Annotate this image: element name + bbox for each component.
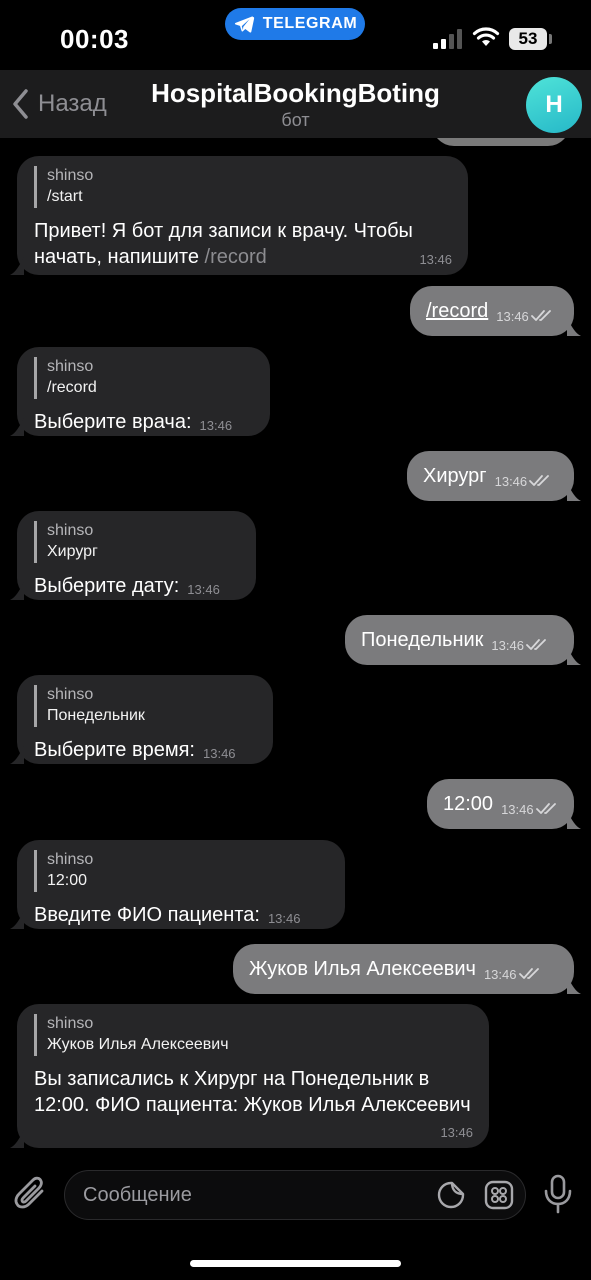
bubble-tail bbox=[10, 911, 24, 929]
bubble-tail bbox=[567, 976, 581, 994]
message-time: 13:46 bbox=[501, 801, 534, 817]
telegram-pill[interactable]: TELEGRAM bbox=[225, 8, 365, 40]
bubble-tail bbox=[567, 318, 581, 336]
reply-text: 12:00 bbox=[47, 872, 88, 889]
message-meta: 13:46 bbox=[501, 802, 558, 817]
double-check-icon bbox=[526, 639, 546, 650]
message-meta: 13:46 bbox=[491, 638, 548, 653]
previous-message-bubble bbox=[432, 138, 570, 146]
message-time: 13:46 bbox=[187, 582, 220, 597]
bot-keyboard-icon[interactable] bbox=[484, 1180, 514, 1210]
reply-quote[interactable]: shinso Жуков Илья Алексеевич bbox=[34, 1014, 473, 1056]
message-text: 12:00 bbox=[443, 792, 494, 815]
message-time: 13:46 bbox=[419, 252, 452, 267]
incoming-message[interactable]: shinso 12:00 Введите ФИО пациента: 13:46 bbox=[10, 840, 345, 932]
reply-author: shinso bbox=[47, 522, 94, 539]
double-check-icon bbox=[518, 968, 539, 979]
reply-quote[interactable]: shinso Понедельник bbox=[34, 685, 257, 727]
wifi-icon bbox=[472, 27, 500, 46]
reply-quote[interactable]: shinso 12:00 bbox=[34, 850, 329, 892]
reply-quote[interactable]: shinso /record bbox=[34, 357, 254, 399]
home-indicator[interactable] bbox=[190, 1260, 401, 1267]
reply-author: shinso bbox=[47, 851, 94, 868]
paperclip-icon[interactable] bbox=[12, 1174, 52, 1214]
message-text-body: Выберите дату: bbox=[34, 575, 180, 597]
message-text: Привет! Я бот для записи к врачу. Чтобы … bbox=[34, 218, 454, 270]
bubble-tail bbox=[10, 1130, 24, 1148]
bot-command-link[interactable]: /record bbox=[205, 246, 267, 268]
reply-author: shinso bbox=[47, 686, 94, 703]
incoming-message[interactable]: shinso /record Выберите врача: 13:46 bbox=[10, 347, 270, 439]
chat-header: Назад HospitalBookingBoting бот H bbox=[0, 70, 591, 138]
message-text: Понедельник bbox=[361, 628, 484, 651]
message-meta: 13:46 bbox=[484, 967, 541, 982]
message-text: Введите ФИО пациента: 13:46 bbox=[34, 902, 329, 932]
reply-text: Жуков Илья Алексеевич bbox=[47, 1036, 229, 1053]
message-meta: 13:46 bbox=[496, 309, 553, 324]
message-meta: 13:46 bbox=[495, 474, 552, 489]
message-time: 13:46 bbox=[440, 1125, 473, 1140]
avatar[interactable]: H bbox=[526, 77, 582, 133]
message-text: Выберите врача: 13:46 bbox=[34, 409, 254, 439]
double-check-icon bbox=[529, 475, 550, 486]
message-composer bbox=[0, 1160, 591, 1280]
message-text: Выберите дату: 13:46 bbox=[34, 573, 240, 603]
bubble-tail bbox=[567, 483, 581, 501]
incoming-message[interactable]: shinso Жуков Илья Алексеевич Вы записали… bbox=[10, 1004, 489, 1148]
sticker-icon[interactable] bbox=[436, 1180, 466, 1210]
reply-text: Хирург bbox=[47, 543, 98, 560]
message-list[interactable]: 18 мая shinso /start Привет! Я бот для з… bbox=[0, 138, 591, 1160]
message-text: Вы записались к Хирург на Понедельник в … bbox=[34, 1068, 471, 1116]
message-time: 13:46 bbox=[199, 418, 233, 433]
chat-title[interactable]: HospitalBookingBoting bbox=[0, 78, 591, 109]
outgoing-message[interactable]: 12:00 13:46 bbox=[427, 779, 581, 829]
reply-author: shinso bbox=[47, 167, 94, 184]
bubble-tail bbox=[567, 811, 581, 829]
double-check-icon bbox=[530, 310, 551, 321]
cellular-signal-icon bbox=[433, 29, 462, 49]
bubble-tail bbox=[10, 582, 24, 600]
message-text-body: Выберите время: bbox=[34, 739, 195, 761]
status-bar: 00:03 TELEGRAM 53 bbox=[0, 0, 591, 70]
battery-cap bbox=[549, 34, 552, 44]
message-text[interactable]: /record bbox=[426, 300, 488, 323]
message-text: Жуков Илья Алексеевич bbox=[249, 957, 476, 980]
reply-text: /record bbox=[47, 379, 97, 396]
bubble-tail bbox=[567, 647, 581, 665]
reply-author: shinso bbox=[47, 358, 94, 375]
telegram-pill-label: TELEGRAM bbox=[262, 15, 358, 32]
message-time: 13:46 bbox=[496, 308, 529, 324]
status-time: 00:03 bbox=[60, 24, 129, 54]
incoming-message[interactable]: shinso /start Привет! Я бот для записи к… bbox=[10, 156, 468, 275]
outgoing-message[interactable]: Хирург 13:46 bbox=[407, 451, 581, 501]
double-check-icon bbox=[535, 803, 556, 814]
message-text: Хирург bbox=[423, 464, 487, 487]
message-time: 13:46 bbox=[491, 637, 524, 653]
telegram-chat-screen: 00:03 TELEGRAM 53 Назад HospitalBookingB… bbox=[0, 0, 591, 1280]
reply-author: shinso bbox=[47, 1015, 94, 1032]
outgoing-message[interactable]: Жуков Илья Алексеевич 13:46 bbox=[233, 944, 581, 994]
battery-indicator: 53 bbox=[509, 28, 547, 50]
bubble-tail bbox=[10, 746, 24, 764]
incoming-message[interactable]: shinso Хирург Выберите дату: 13:46 bbox=[10, 511, 256, 603]
bubble-tail bbox=[10, 257, 24, 275]
message-text-body: Выберите врача: bbox=[34, 411, 192, 433]
chat-subtitle: бот bbox=[281, 110, 310, 130]
telegram-plane-icon bbox=[234, 16, 254, 33]
message-time: 13:46 bbox=[267, 911, 301, 926]
reply-text: /start bbox=[47, 188, 83, 205]
message-time: 13:46 bbox=[494, 473, 528, 489]
reply-quote[interactable]: shinso /start bbox=[34, 166, 452, 208]
reply-text: Понедельник bbox=[47, 707, 145, 724]
microphone-icon[interactable] bbox=[540, 1174, 576, 1214]
incoming-message[interactable]: shinso Понедельник Выберите время: 13:46 bbox=[10, 675, 273, 767]
message-text-body: Введите ФИО пациента: bbox=[34, 904, 260, 926]
outgoing-message[interactable]: Понедельник 13:46 bbox=[345, 615, 581, 665]
message-time: 13:46 bbox=[203, 746, 236, 761]
message-time: 13:46 bbox=[483, 966, 517, 982]
message-text: Выберите время: 13:46 bbox=[34, 737, 257, 767]
reply-quote[interactable]: shinso Хирург bbox=[34, 521, 240, 563]
outgoing-message[interactable]: /record 13:46 bbox=[410, 286, 581, 336]
bubble-tail bbox=[10, 418, 24, 436]
